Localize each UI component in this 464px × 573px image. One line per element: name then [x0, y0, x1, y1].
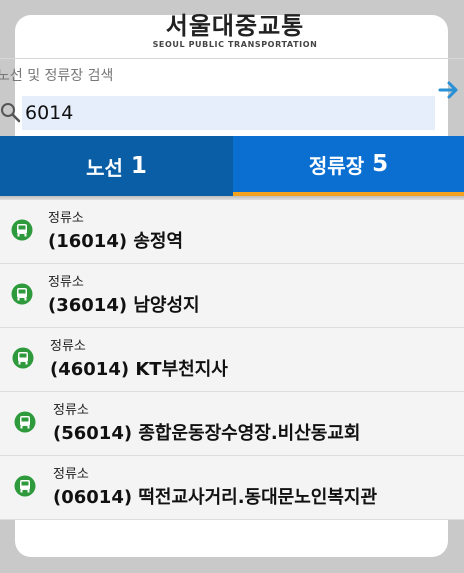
bus-icon — [11, 283, 33, 305]
app-header: 서울대중교통 SEOUL PUBLIC TRANSPORTATION — [0, 0, 464, 58]
station-list: 정류소 (16014) 송정역 정류소 (36014) 남양성지 정류소 (46… — [0, 200, 464, 520]
tab-routes-label: 노선 — [86, 155, 123, 180]
station-type: 정류소 — [50, 339, 86, 354]
search-label: 노선 및 정류장 검색 — [0, 68, 114, 84]
station-type: 정류소 — [53, 403, 89, 418]
station-name: (46014) KT부천지사 — [50, 359, 228, 380]
station-name: (16014) 송정역 — [48, 231, 184, 252]
tab-bar: 노선 1 정류장 5 — [0, 136, 464, 196]
station-item[interactable]: 정류소 (36014) 남양성지 — [0, 264, 464, 328]
station-type: 정류소 — [48, 275, 84, 290]
station-type: 정류소 — [53, 467, 89, 482]
station-item[interactable]: 정류소 (46014) KT부천지사 — [0, 328, 464, 392]
bus-icon — [14, 411, 36, 433]
station-type: 정류소 — [48, 211, 84, 226]
tab-stations-label: 정류장 — [308, 153, 365, 178]
app-title: 서울대중교통 — [165, 12, 305, 40]
bus-icon — [12, 347, 34, 369]
bus-icon — [14, 475, 36, 497]
header-divider — [0, 58, 464, 59]
tab-stations-count: 5 — [372, 151, 389, 177]
station-item[interactable]: 정류소 (16014) 송정역 — [0, 200, 464, 264]
tab-routes-count: 1 — [130, 153, 147, 179]
search-icon — [1, 103, 21, 123]
station-item[interactable]: 정류소 (56014) 종합운동장수영장.비산동교회 — [0, 392, 464, 456]
app-subtitle: SEOUL PUBLIC TRANSPORTATION — [152, 40, 318, 49]
search-input[interactable] — [22, 96, 435, 130]
station-name: (06014) 떡전교사거리.동대문노인복지관 — [53, 487, 378, 508]
bus-icon — [11, 219, 33, 241]
station-name: (56014) 종합운동장수영장.비산동교회 — [53, 423, 361, 444]
tab-routes[interactable]: 노선 1 — [0, 136, 233, 196]
search-row — [0, 93, 464, 133]
station-name: (36014) 남양성지 — [48, 295, 200, 316]
tab-stations[interactable]: 정류장 5 — [233, 136, 464, 196]
station-item[interactable]: 정류소 (06014) 떡전교사거리.동대문노인복지관 — [0, 456, 464, 520]
